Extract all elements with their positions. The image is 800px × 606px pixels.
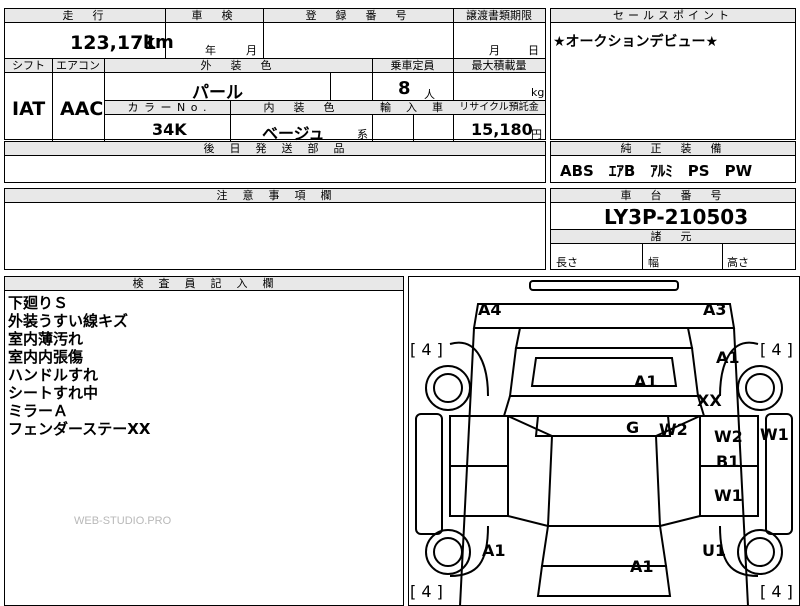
inspector-note: ハンドルすれ [8, 366, 99, 384]
color-no-value: 34K [152, 120, 187, 139]
damage-mark: W1 [760, 425, 789, 444]
tire-tread-rear-left: [ 4 ] [410, 582, 443, 601]
genuine-equipment-header: 純 正 装 備 [551, 142, 795, 156]
capacity-value: 8 [398, 78, 411, 99]
color-no-header: カ ラ ー N o . [105, 101, 230, 115]
inspector-note: 下廻りＳ [8, 294, 69, 312]
damage-mark: A1 [482, 541, 506, 560]
mileage-header: 走 行 [5, 9, 165, 23]
damage-mark: W2 [659, 420, 688, 439]
damage-mark: A3 [703, 300, 727, 319]
dimension-length-label: 長さ [556, 256, 578, 269]
inspection-header: 車 検 [165, 9, 263, 23]
chassis-header: 車 台 番 号 [551, 189, 795, 203]
dimension-width-label: 幅 [648, 256, 659, 269]
aircon-header: エアコン [52, 59, 104, 73]
sales-point-text: ★オークションデビュー★ [553, 34, 719, 50]
dimension-height-label: 高さ [727, 256, 749, 269]
inspector-note: 室内薄汚れ [8, 330, 84, 348]
watermark: WEB-STUDIO.PRO [74, 515, 172, 527]
mileage-unit: km [143, 32, 174, 53]
import-car-header: 輸 入 車 [372, 101, 453, 115]
interior-color-suffix: 系 [357, 128, 368, 141]
inspector-note: シートすれ中 [8, 384, 99, 402]
transfer-month: 月 [489, 44, 500, 57]
shift-header: シフト [5, 59, 52, 73]
inspection-month: 月 [246, 44, 257, 57]
sales-point-header: セールスポイント [551, 9, 795, 23]
damage-mark: A4 [478, 300, 502, 319]
recycle-value: 15,180 [471, 120, 533, 139]
inspector-notes-list: 下廻りＳ 外装うすい線キズ 室内薄汚れ 室内内張傷 ハンドルすれ シートすれ中 … [8, 294, 150, 438]
registration-header: 登 録 番 号 [263, 9, 453, 23]
damage-mark: XX [697, 391, 722, 410]
tire-tread-front-left: [ 4 ] [410, 340, 443, 359]
inspector-note: フェンダーステーXX [8, 420, 151, 438]
damage-mark: A1 [630, 557, 654, 576]
inspector-header: 検 査 員 記 入 欄 [5, 277, 403, 291]
damage-mark: U1 [702, 541, 727, 560]
damage-mark: A1 [634, 372, 658, 391]
max-load-unit: kg [531, 86, 545, 99]
tire-tread-rear-right: [ 4 ] [760, 582, 793, 601]
inspection-year: 年 [205, 44, 216, 57]
chassis-number: LY3P-210503 [604, 205, 749, 229]
inspector-note: 室内内張傷 [8, 348, 84, 366]
interior-color-header: 内 装 色 [230, 101, 372, 115]
inspector-note: 外装うすい線キズ [8, 312, 129, 330]
recycle-deposit-header: リサイクル預託金 [453, 101, 545, 115]
aircon-value: AAC [60, 98, 104, 120]
damage-mark: W2 [714, 427, 743, 446]
later-parts-header: 後 日 発 送 部 品 [5, 142, 545, 156]
capacity-header: 乗車定員 [372, 59, 453, 73]
shift-value: IAT [12, 98, 46, 120]
dimensions-header: 諸 元 [551, 230, 795, 244]
exterior-color-header: 外 装 色 [104, 59, 372, 73]
genuine-equipment-value: ABS ｴｱB ｱﾙﾐ PS PW [560, 162, 753, 180]
notes-header: 注 意 事 項 欄 [5, 189, 545, 203]
inspector-note: ミラーＡ [8, 402, 69, 420]
transfer-deadline-header: 譲渡書類期限 [453, 9, 545, 23]
damage-mark: B1 [716, 452, 740, 471]
sales-point-box [550, 8, 796, 140]
recycle-unit: 円 [531, 128, 542, 141]
transfer-day: 日 [528, 44, 539, 57]
tire-tread-front-right: [ 4 ] [760, 340, 793, 359]
damage-mark: A1 [716, 348, 740, 367]
damage-mark: G [626, 418, 640, 437]
max-load-header: 最大積載量 [453, 59, 545, 73]
damage-mark: W1 [714, 486, 743, 505]
